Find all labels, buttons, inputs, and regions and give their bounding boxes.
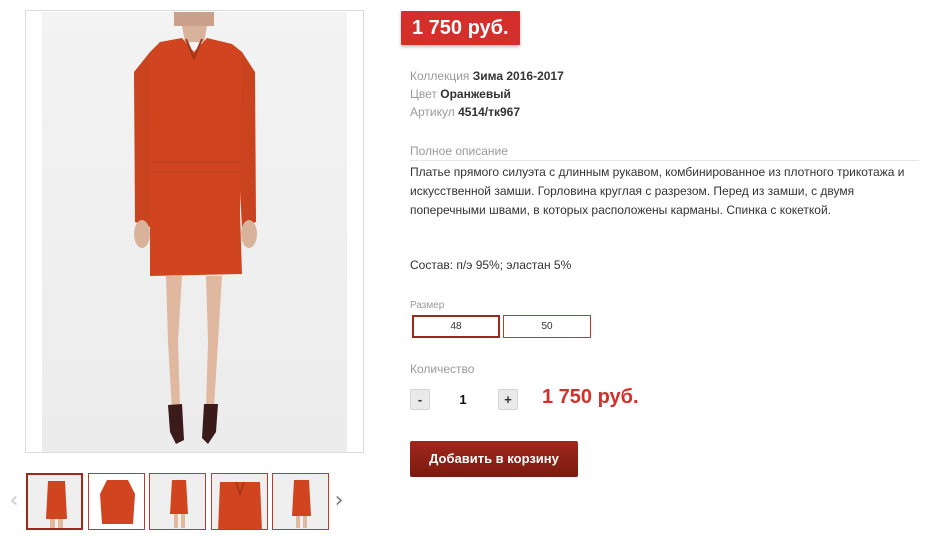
quantity-decrease-button[interactable]: - [410,389,430,410]
main-product-image[interactable] [25,10,364,453]
size-option-48[interactable]: 48 [412,315,500,338]
meta-color: Цвет Оранжевый [410,85,564,103]
meta-label: Артикул [410,105,455,119]
total-price: 1 750 руб. [542,386,639,408]
thumbnail-dress-flat-icon [89,474,144,529]
thumbnail-gallery: ‹ › [0,470,364,532]
meta-value: Оранжевый [440,87,511,101]
model-illustration [134,12,257,444]
description-title: Полное описание [410,144,919,161]
quantity-increase-button[interactable]: + [498,389,518,410]
meta-article: Артикул 4514/тк967 [410,103,564,121]
prev-arrow-icon[interactable]: ‹ [6,490,22,512]
add-to-cart-button[interactable]: Добавить в корзину [410,441,578,477]
description-text: Платье прямого силуэта с длинным рукавом… [410,165,905,217]
thumbnail[interactable] [149,473,206,530]
composition-text: Состав: п/э 95%; эластан 5% [410,258,572,272]
thumbnail[interactable] [88,473,145,530]
meta-value: 4514/тк967 [458,105,521,119]
product-meta: Коллекция Зима 2016-2017 Цвет Оранжевый … [410,67,564,121]
size-option-50[interactable]: 50 [503,315,591,338]
next-arrow-icon[interactable]: › [331,490,347,512]
price-badge: 1 750 руб. [401,11,520,45]
quantity-label: Количество [410,362,475,376]
size-label: Размер [410,300,445,311]
thumbnail-dress-side-icon [150,474,205,529]
meta-label: Коллекция [410,69,470,83]
thumbnail-dress-back-icon [273,474,328,529]
thumbnail-dress-full-icon [28,475,81,528]
dress-photo [42,12,347,452]
thumbnail[interactable] [272,473,329,530]
meta-value: Зима 2016-2017 [472,69,564,83]
thumbnail[interactable] [26,473,83,530]
meta-collection: Коллекция Зима 2016-2017 [410,67,564,85]
meta-label: Цвет [410,87,437,101]
quantity-input[interactable] [440,389,486,410]
thumbnail-dress-detail-icon [212,474,267,529]
thumbnail[interactable] [211,473,268,530]
